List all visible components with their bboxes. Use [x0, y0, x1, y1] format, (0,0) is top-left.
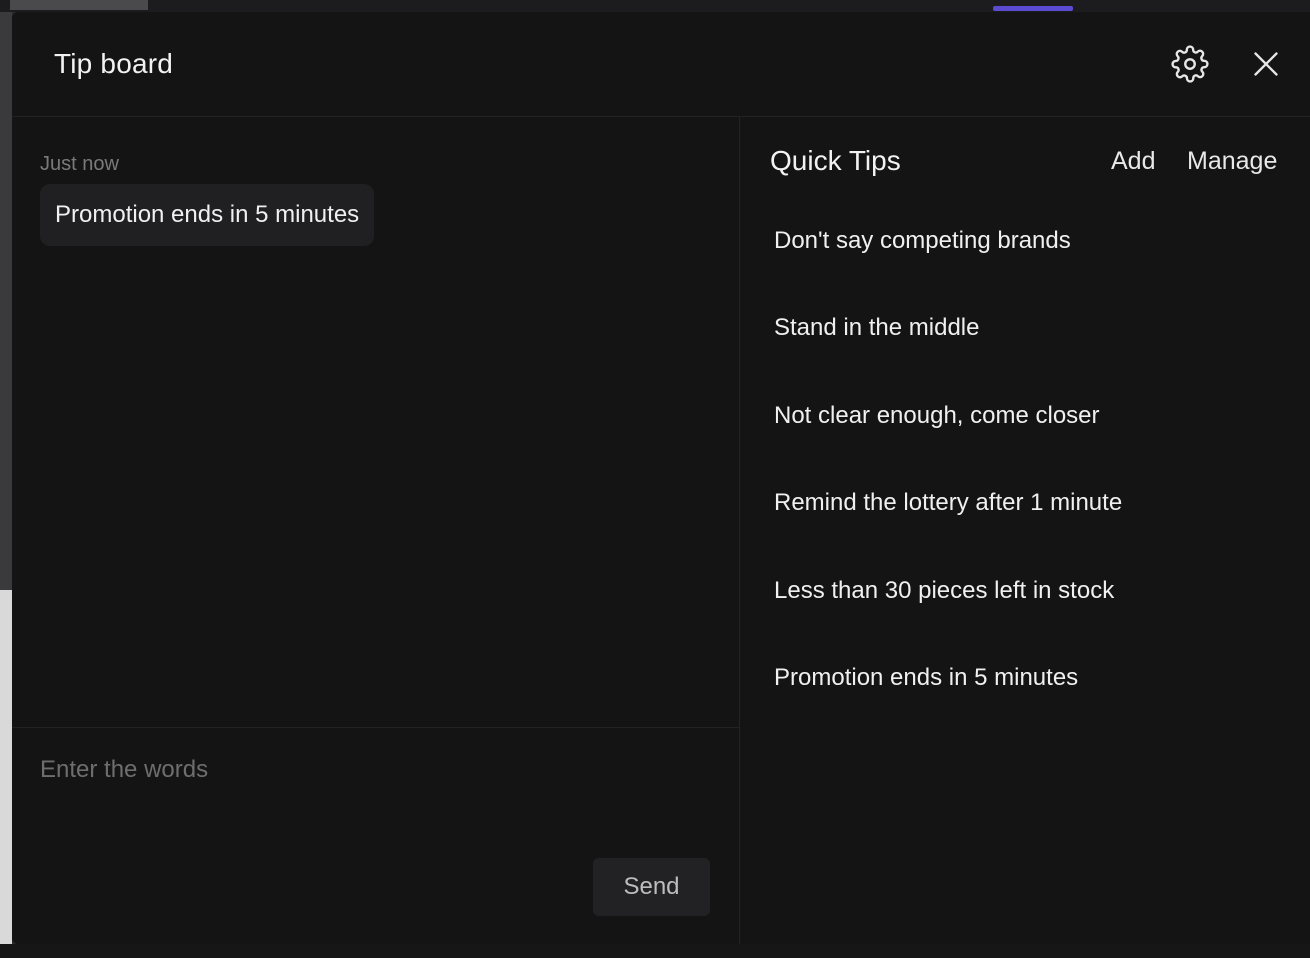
dialog-header: Tip board [12, 12, 1310, 117]
quick-tip-item[interactable]: Remind the lottery after 1 minute [774, 489, 1122, 576]
background-top-bar [0, 0, 1310, 12]
quick-tip-item[interactable]: Stand in the middle [774, 314, 1122, 401]
close-button[interactable] [1244, 42, 1288, 86]
background-left-edge-light [0, 590, 12, 958]
quick-tips-pane: Quick Tips Add Manage Don't say competin… [740, 117, 1310, 944]
message-pane: Just now Promotion ends in 5 minutes Sen… [12, 117, 740, 944]
close-icon [1254, 52, 1278, 76]
tip-board-dialog: Tip board Just now Promotion ends in 5 m… [12, 12, 1310, 944]
quick-tip-item[interactable]: Not clear enough, come closer [774, 402, 1122, 489]
quick-tips-title: Quick Tips [770, 145, 901, 176]
background-left-edge [0, 12, 12, 590]
background-tab [10, 0, 148, 10]
settings-button[interactable] [1168, 42, 1212, 86]
quick-tip-item[interactable]: Don't say competing brands [774, 227, 1122, 314]
send-button[interactable]: Send [593, 858, 710, 916]
message-bubble: Promotion ends in 5 minutes [40, 184, 375, 246]
message-input[interactable] [40, 756, 700, 836]
message-timestamp: Just now [40, 153, 119, 175]
add-tip-button[interactable]: Add [1111, 147, 1155, 176]
manage-tips-button[interactable]: Manage [1187, 147, 1277, 176]
quick-tips-list: Don't say competing brands Stand in the … [774, 227, 1122, 751]
gear-icon [1171, 45, 1209, 83]
dialog-title: Tip board [54, 48, 174, 79]
background-bottom-edge [0, 944, 1310, 958]
quick-tip-item[interactable]: Promotion ends in 5 minutes [774, 664, 1122, 751]
quick-tip-item[interactable]: Less than 30 pieces left in stock [774, 577, 1122, 664]
background-accent-indicator [993, 6, 1073, 11]
compose-area: Send [12, 727, 739, 944]
